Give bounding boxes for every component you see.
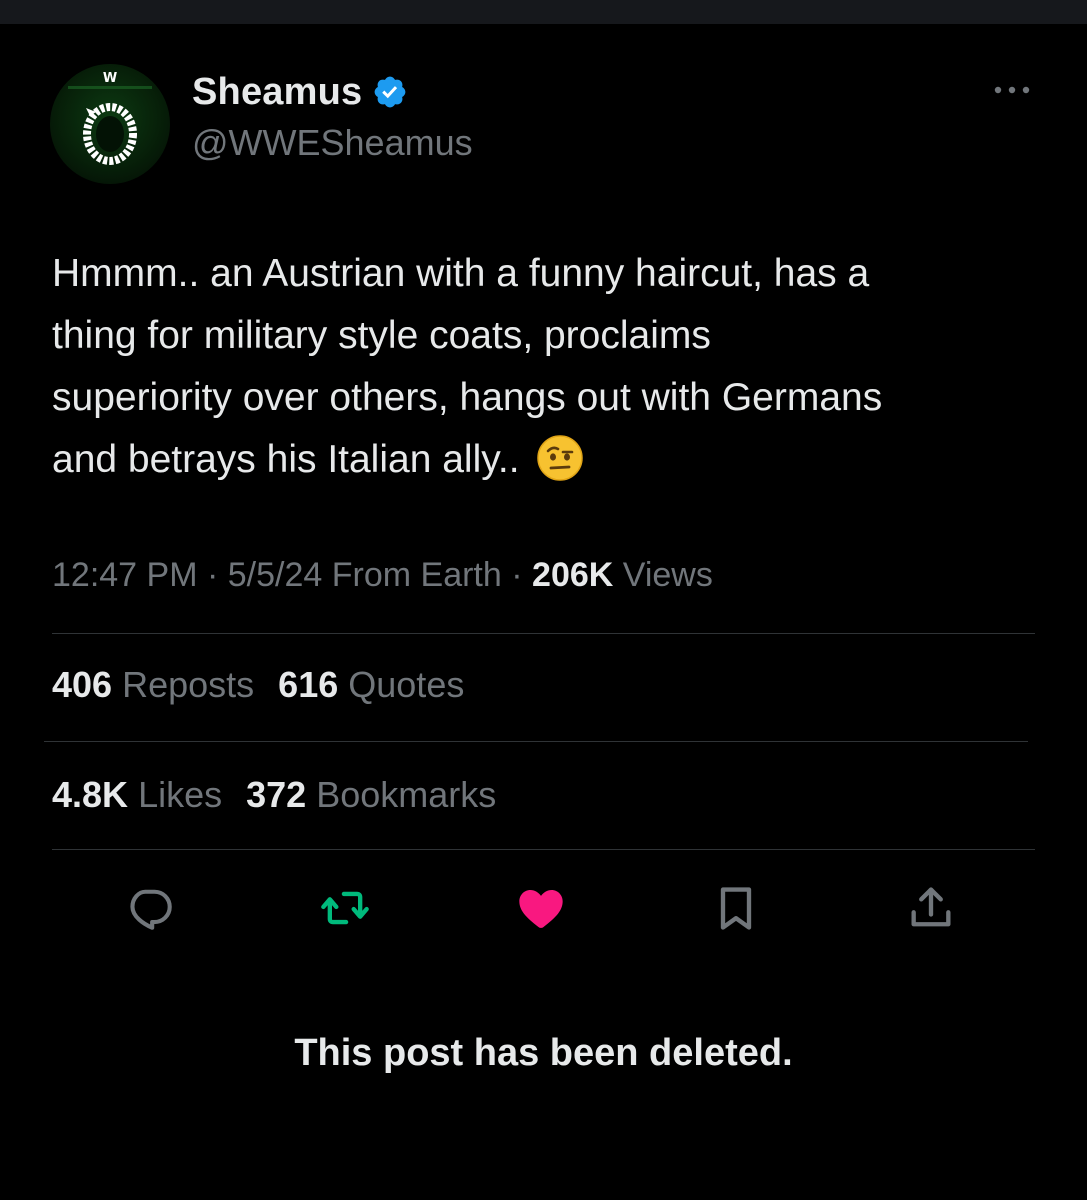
views-count: 206K xyxy=(532,556,614,594)
reposts-count: 406 xyxy=(52,664,113,705)
bookmarks-stat[interactable]: 372 Bookmarks xyxy=(246,774,496,815)
more-options-icon[interactable] xyxy=(990,78,1034,102)
views-label: Views xyxy=(622,556,713,594)
divider xyxy=(44,741,1028,742)
quotes-label: Quotes xyxy=(348,664,465,705)
meta-separator: · xyxy=(206,556,228,594)
tweet-text: Hmmm.. an Austrian with a funny haircut,… xyxy=(52,252,883,481)
reply-button[interactable] xyxy=(122,880,178,936)
share-icon xyxy=(911,887,951,927)
reposts-label: Reposts xyxy=(122,664,255,705)
share-button[interactable] xyxy=(903,880,959,936)
quotes-count: 616 xyxy=(278,664,339,705)
heart-icon xyxy=(519,890,563,928)
likes-count: 4.8K xyxy=(52,774,129,815)
bookmarks-count: 372 xyxy=(246,774,307,815)
author-handle[interactable]: @WWESheamus xyxy=(192,122,473,164)
repost-icon xyxy=(321,891,369,925)
face-with-raised-eyebrow-icon xyxy=(537,435,584,481)
quotes-stat[interactable]: 616 Quotes xyxy=(278,664,464,705)
tweet-time[interactable]: 12:47 PM xyxy=(52,556,198,594)
like-button[interactable] xyxy=(513,880,569,936)
tweet-date[interactable]: 5/5/24 xyxy=(228,556,323,594)
tweet-body: Hmmm.. an Austrian with a funny haircut,… xyxy=(52,243,1052,491)
author-name-row: Sheamus xyxy=(192,70,408,114)
bookmark-button[interactable] xyxy=(708,880,764,936)
deleted-notice: This post has been deleted. xyxy=(294,1032,793,1074)
avatar-logo-icon: W xyxy=(68,71,152,165)
avatar-badge-text: W xyxy=(103,71,117,86)
likes-stat[interactable]: 4.8K Likes xyxy=(52,774,222,815)
reply-icon xyxy=(130,889,172,930)
bookmark-icon xyxy=(720,887,752,930)
likes-bookmarks-row: 4.8K Likes 372 Bookmarks xyxy=(52,774,496,816)
divider xyxy=(52,633,1035,634)
bookmarks-label: Bookmarks xyxy=(316,774,497,815)
verified-badge-icon xyxy=(374,76,406,108)
avatar[interactable]: W xyxy=(50,64,170,184)
status-bar xyxy=(0,0,1087,24)
tweet-header: W Sheamus @WWESheamus xyxy=(50,58,1040,184)
reposts-stat[interactable]: 406 Reposts xyxy=(52,664,254,705)
tweet-source: From Earth xyxy=(331,556,502,594)
author-display-name[interactable]: Sheamus xyxy=(192,71,362,114)
reposts-quotes-row: 406 Reposts 616 Quotes xyxy=(52,664,464,706)
tweet-meta: 12:47 PM · 5/5/24 From Earth · 206K View… xyxy=(52,556,713,595)
meta-separator: · xyxy=(511,556,533,594)
repost-button[interactable] xyxy=(317,880,373,936)
likes-label: Likes xyxy=(138,774,223,815)
action-bar xyxy=(0,880,1087,936)
divider xyxy=(52,849,1035,850)
